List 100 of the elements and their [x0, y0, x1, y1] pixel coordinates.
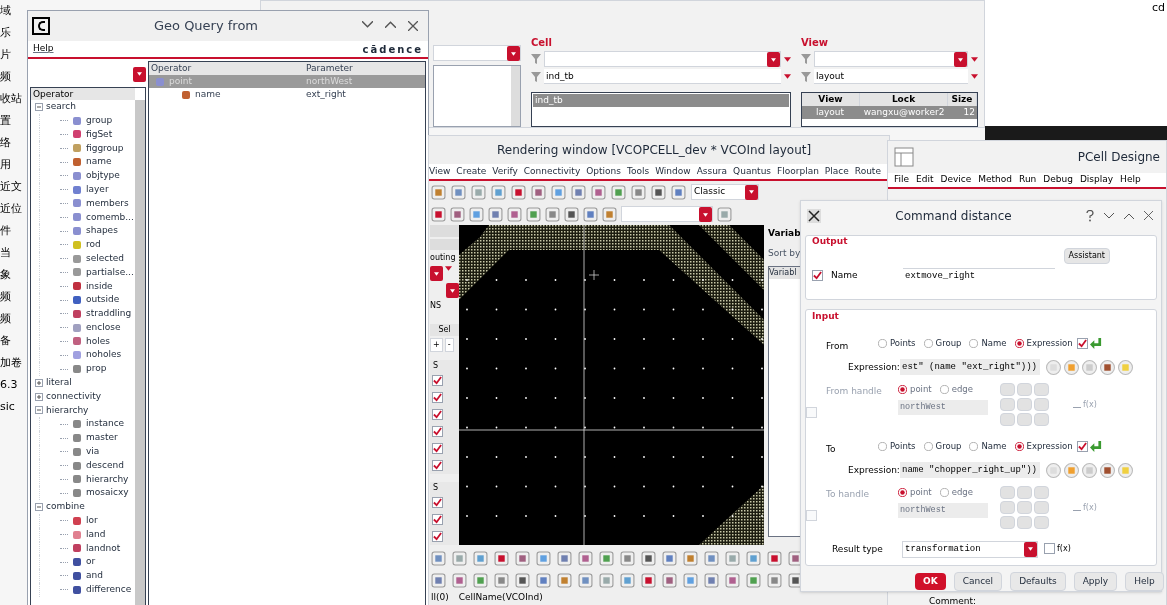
- sidebar-item[interactable]: 近位: [0, 198, 27, 220]
- menu-item[interactable]: Window: [655, 164, 691, 179]
- tool-icon[interactable]: [564, 206, 579, 222]
- tool-icon[interactable]: [515, 550, 530, 566]
- handle-button[interactable]: [1000, 413, 1015, 427]
- checkbox[interactable]: [812, 270, 823, 282]
- handle-button[interactable]: [1017, 413, 1032, 427]
- tool-icon[interactable]: [507, 206, 522, 222]
- filter-field[interactable]: [814, 51, 968, 67]
- tool-icon[interactable]: [557, 572, 572, 588]
- tool-icon[interactable]: [591, 184, 606, 200]
- tool-icon[interactable]: [683, 550, 698, 566]
- tree-item[interactable]: land: [86, 527, 106, 542]
- dropdown-button[interactable]: [430, 266, 443, 281]
- handle-button[interactable]: [1017, 501, 1032, 515]
- checkbox[interactable]: [432, 426, 443, 437]
- handle-button[interactable]: [1034, 516, 1049, 530]
- radio-label[interactable]: Expression: [1026, 439, 1073, 453]
- checkbox[interactable]: [432, 514, 443, 525]
- tool-icon[interactable]: [494, 550, 509, 566]
- checkbox[interactable]: [432, 460, 443, 471]
- tool-icon[interactable]: [631, 184, 646, 200]
- tool-icon[interactable]: [620, 550, 635, 566]
- menu-item[interactable]: Quantus: [733, 164, 772, 179]
- tree-item[interactable]: figSet: [86, 127, 113, 142]
- tree-item[interactable]: group: [86, 113, 113, 128]
- tree-item[interactable]: search: [46, 100, 76, 114]
- tree-item[interactable]: members: [86, 196, 129, 211]
- library-filter-field[interactable]: [433, 45, 521, 61]
- menu-item[interactable]: Place: [824, 164, 849, 179]
- tool-icon[interactable]: [545, 206, 560, 222]
- tree-item[interactable]: mosaicxy: [86, 486, 129, 500]
- tree-item[interactable]: holes: [86, 334, 110, 349]
- radio-button[interactable]: [1014, 338, 1024, 348]
- handle-button[interactable]: [1000, 516, 1015, 530]
- tree-item[interactable]: prop: [86, 362, 107, 376]
- radio-label[interactable]: Group: [935, 439, 962, 453]
- tree-item[interactable]: hierarchy: [46, 403, 89, 418]
- tree-item[interactable]: connectivity: [46, 389, 102, 404]
- table-row[interactable]: name ext_right: [149, 88, 425, 101]
- tool-icon[interactable]: [767, 572, 782, 588]
- tool-icon[interactable]: [515, 572, 530, 588]
- tool-icon[interactable]: [451, 184, 466, 200]
- tree-item[interactable]: enclose: [86, 320, 121, 335]
- tree-item[interactable]: outside: [86, 293, 120, 307]
- return-arrow-icon[interactable]: [1089, 336, 1103, 350]
- remove-button[interactable]: -: [444, 338, 454, 352]
- dialog-button[interactable]: OK: [915, 572, 946, 590]
- handle-field[interactable]: northWest: [898, 503, 988, 519]
- dropdown-button[interactable]: [446, 283, 459, 298]
- tool-icon[interactable]: [431, 206, 446, 222]
- caret-icon[interactable]: [784, 56, 791, 62]
- tool-icon[interactable]: [583, 206, 598, 222]
- checkbox[interactable]: [432, 497, 443, 508]
- menu-item[interactable]: Display: [1079, 173, 1114, 187]
- checkbox[interactable]: [432, 443, 443, 454]
- tool-icon[interactable]: [578, 550, 593, 566]
- return-arrow-icon[interactable]: [1089, 439, 1103, 453]
- tool-icon[interactable]: [571, 184, 586, 200]
- tool-icon[interactable]: [602, 206, 617, 222]
- tool-icon[interactable]: [452, 572, 467, 588]
- tree-item[interactable]: via: [86, 445, 100, 459]
- radio-label[interactable]: Name: [981, 336, 1007, 350]
- tool-icon[interactable]: [671, 184, 686, 200]
- filter-field[interactable]: [544, 51, 781, 67]
- layout-canvas[interactable]: [459, 225, 764, 545]
- sidebar-item[interactable]: 频: [0, 286, 27, 308]
- tool-icon[interactable]: [767, 550, 782, 566]
- handle-button[interactable]: [1034, 501, 1049, 515]
- dropdown-button[interactable]: [699, 207, 712, 222]
- handle-button[interactable]: [1017, 516, 1032, 530]
- menu-item[interactable]: Method: [978, 173, 1013, 187]
- radio-button[interactable]: [898, 385, 907, 395]
- help-icon[interactable]: [1086, 209, 1094, 222]
- minimize-icon[interactable]: [1104, 212, 1114, 219]
- sidebar-item[interactable]: 频: [0, 66, 27, 88]
- handle-button[interactable]: [1000, 383, 1015, 397]
- sidebar-item[interactable]: 6.3: [0, 374, 27, 396]
- maximize-icon[interactable]: [1124, 212, 1134, 219]
- tool-icon[interactable]: [788, 572, 803, 588]
- tool-icon[interactable]: [746, 572, 761, 588]
- radio-button[interactable]: [878, 338, 887, 348]
- tool-icon[interactable]: [704, 572, 719, 588]
- scrollbar[interactable]: [511, 66, 520, 126]
- menu-item[interactable]: Assura: [696, 164, 728, 179]
- checkbox[interactable]: [1076, 338, 1088, 350]
- radio-button[interactable]: [923, 338, 933, 348]
- menu-item[interactable]: Edit: [916, 173, 934, 187]
- tool-icon[interactable]: [599, 550, 614, 566]
- handle-button[interactable]: [1000, 398, 1015, 412]
- add-button[interactable]: +: [430, 338, 443, 352]
- dialog-button[interactable]: Apply: [1073, 571, 1118, 591]
- sidebar-item[interactable]: 域: [0, 0, 27, 22]
- menu-item[interactable]: Route: [854, 164, 881, 179]
- menu-item[interactable]: Help: [1120, 173, 1141, 187]
- menu-item[interactable]: Connectivity: [523, 164, 581, 179]
- scrollbar[interactable]: [135, 100, 145, 605]
- radio-label[interactable]: Points: [890, 336, 916, 350]
- sidebar-item[interactable]: 件: [0, 220, 27, 242]
- handle-button[interactable]: [1017, 398, 1032, 412]
